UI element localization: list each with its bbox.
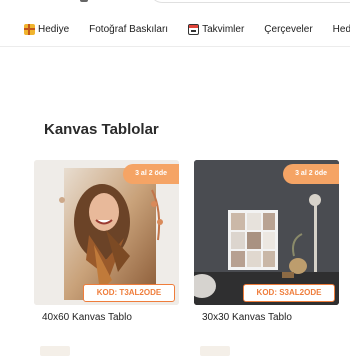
logo-edge: [80, 0, 88, 2]
product-card[interactable]: 3 al 2 öde KOD: T3AL2ODE 40x60 Kanvas Ta…: [34, 160, 179, 360]
promo-code: KOD: T3AL2ODE: [83, 284, 175, 302]
product-title[interactable]: 40x60 Kanvas Tablo: [42, 312, 132, 323]
nav-item-label: Takvimler: [202, 24, 245, 35]
price-area: [200, 346, 230, 356]
nav-item-takvimler[interactable]: Takvimler: [188, 24, 244, 35]
promo-code: KOD: S3AL2ODE: [243, 284, 335, 302]
section-title: Kanvas Tablolar: [44, 121, 159, 138]
calendar-icon: [188, 24, 200, 35]
product-card[interactable]: 3 al 2 öde KOD: S3AL2ODE 30x30 Kanvas Ta…: [194, 160, 339, 360]
price-area: [40, 346, 70, 356]
nav-item-hediye[interactable]: Hediye: [24, 24, 69, 35]
promo-badge: 3 al 2 öde: [283, 164, 339, 184]
category-nav: Hediye Fotoğraf Baskıları Takvimler Çerç…: [24, 24, 350, 35]
nav-item-label: Fotoğraf Baskıları: [89, 24, 169, 35]
nav-item-hediye-more[interactable]: Hedi: [333, 24, 350, 35]
gift-icon: [24, 24, 35, 35]
nav-item-label: Hediye: [38, 24, 70, 35]
nav-item-label: Çerçeveler: [264, 24, 313, 35]
top-navigation: Hediye Fotoğraf Baskıları Takvimler Çerç…: [0, 0, 350, 47]
nav-item-fotograf-baskilari[interactable]: Fotoğraf Baskıları: [89, 24, 168, 35]
promo-badge: 3 al 2 öde: [123, 164, 179, 184]
nav-item-label: Hedi: [332, 24, 350, 35]
nav-item-cerceveler[interactable]: Çerçeveler: [264, 24, 312, 35]
search-field-edge[interactable]: [150, 0, 350, 3]
product-title[interactable]: 30x30 Kanvas Tablo: [202, 312, 292, 323]
